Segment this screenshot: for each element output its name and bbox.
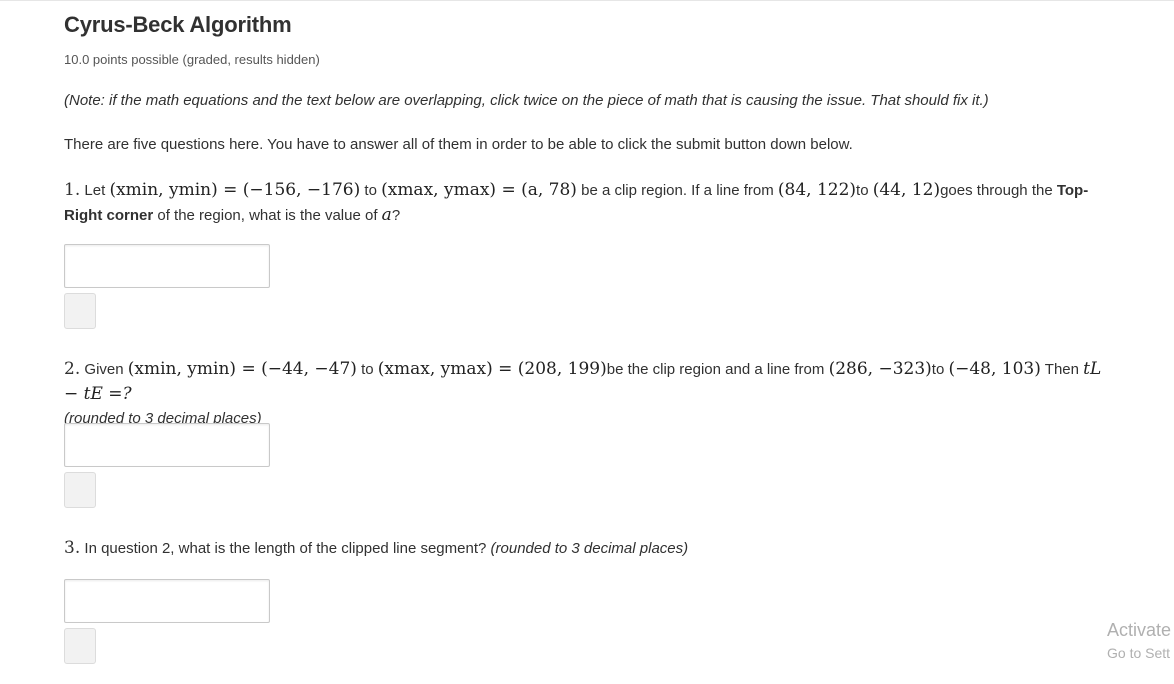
math-max-corner[interactable]: (xmax, ymax) = (a, 78) — [381, 180, 577, 200]
question-text: Let — [84, 182, 106, 199]
question-text: to — [856, 182, 869, 199]
question-text: to — [364, 182, 377, 199]
math-max-corner[interactable]: (xmax, ymax) = (208, 199) — [378, 359, 607, 379]
question-number: 2. — [64, 359, 81, 379]
answer-status-indicator — [64, 628, 96, 664]
math-min-corner[interactable]: (xmin, ymin) = (−44, −47) — [128, 359, 357, 379]
answer-input-2[interactable] — [64, 423, 270, 467]
answer-status-indicator — [64, 293, 96, 329]
question-number: 1. — [64, 180, 81, 200]
question-2: 2. Given (xmin, ymin) = (−44, −47) to (x… — [64, 357, 1114, 431]
math-min-corner[interactable]: (xmin, ymin) = (−156, −176) — [109, 180, 360, 200]
question-1: 1. Let (xmin, ymin) = (−156, −176) to (x… — [64, 178, 1114, 228]
top-divider — [0, 0, 1174, 1]
math-point-2[interactable]: (−48, 103) — [948, 359, 1040, 379]
math-variable[interactable]: a — [382, 205, 392, 225]
question-text: Then — [1044, 361, 1079, 378]
activation-watermark-title: Activate — [1107, 620, 1172, 640]
question-text: In question 2, what is the length of the… — [84, 540, 487, 557]
intro-text: There are five questions here. You have … — [64, 136, 853, 153]
question-text: of the region, what is the value of — [157, 207, 378, 224]
points-info: 10.0 points possible (graded, results hi… — [64, 52, 320, 67]
answer-input-3[interactable] — [64, 579, 270, 623]
math-note: (Note: if the math equations and the tex… — [64, 92, 989, 109]
answer-input-1[interactable] — [64, 244, 270, 288]
math-point-1[interactable]: (84, 122) — [778, 180, 856, 200]
question-text: to — [361, 361, 374, 378]
problem-title: Cyrus-Beck Algorithm — [64, 12, 292, 37]
question-text: ? — [391, 207, 401, 224]
question-number: 3. — [64, 538, 81, 558]
question-text: goes through the — [940, 182, 1053, 199]
question-3: 3. In question 2, what is the length of … — [64, 536, 1114, 561]
math-point-2[interactable]: (44, 12) — [873, 180, 940, 200]
activation-watermark-subtitle: Go to Sett — [1107, 645, 1171, 661]
math-point-1[interactable]: (286, −323) — [829, 359, 932, 379]
question-text: to — [931, 361, 945, 378]
answer-status-indicator — [64, 472, 96, 508]
rounding-note: (rounded to 3 decimal places) — [490, 540, 689, 557]
question-text: be the clip region and a line from — [606, 361, 825, 378]
question-text: Given — [84, 361, 124, 378]
question-text: be a clip region. If a line from — [581, 182, 774, 199]
